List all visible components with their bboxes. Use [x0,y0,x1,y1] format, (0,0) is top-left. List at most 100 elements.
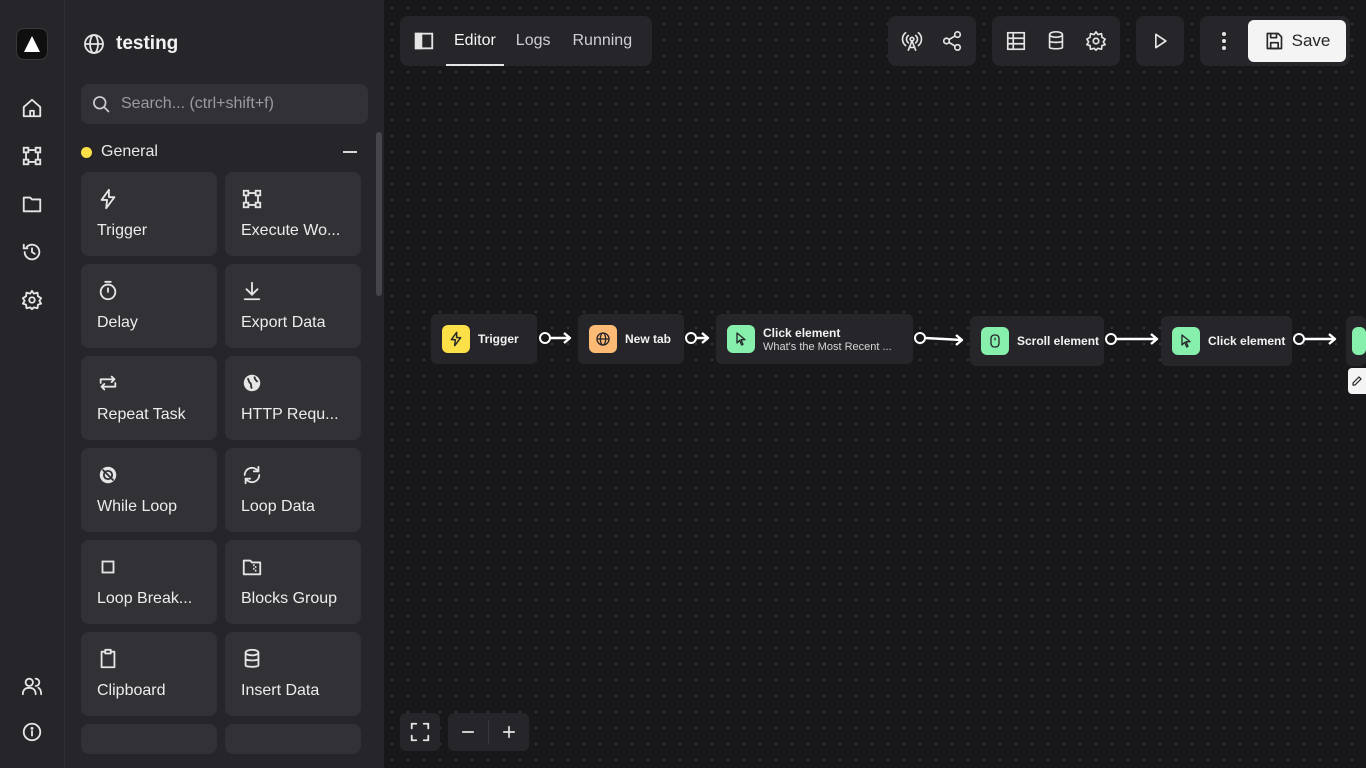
block-label: Delay [97,314,138,331]
block-label: Repeat Task [97,406,186,423]
globe-icon [82,32,106,56]
folder-zip-icon [241,556,265,580]
block-label: Loop Break... [97,590,193,607]
timer-icon [97,280,121,304]
node-label: Click element [763,325,841,340]
home-icon[interactable] [20,96,44,120]
node-scroll-element[interactable]: Scroll element [970,316,1104,366]
globe-icon [589,325,617,353]
zoom-in-icon[interactable] [489,712,529,752]
block-delay[interactable]: Delay [81,264,217,348]
block-while-loop[interactable]: While Loop [81,448,217,532]
lightning-icon [97,188,121,212]
block-label: HTTP Requ... [241,406,339,423]
block-insert-data[interactable]: Insert Data [225,632,361,716]
block-execute-workflow[interactable]: Execute Wo... [225,172,361,256]
node-click-element[interactable]: Click element What's the Most Recent ... [716,314,913,364]
left-rail [0,0,65,768]
block-partial[interactable] [225,724,361,754]
edge-connector[interactable] [685,329,711,347]
app-logo-icon[interactable] [16,28,48,60]
info-icon[interactable] [20,720,44,744]
play-icon[interactable] [1140,21,1180,61]
node-click-element-2[interactable]: Click element [1161,316,1292,366]
tab-running[interactable]: Running [565,16,641,66]
save-button[interactable]: Save [1248,20,1346,62]
block-label: Trigger [97,222,148,239]
block-label: Insert Data [241,682,320,699]
block-partial[interactable] [81,724,217,754]
folder-icon[interactable] [20,192,44,216]
zoom-controls [448,713,529,751]
database-icon[interactable] [1036,21,1076,61]
more-menu-icon[interactable] [1204,21,1244,61]
cursor-icon [727,325,755,353]
settings-icon[interactable] [20,288,44,312]
editor-tabs: Editor Logs Running [400,16,652,66]
edit-node-button[interactable] [1348,368,1366,394]
search-input[interactable] [121,95,361,113]
block-label: Execute Wo... [241,222,341,239]
node-label: Trigger [478,332,519,346]
collapse-icon[interactable] [343,151,357,153]
share-icon[interactable] [932,21,972,61]
workflow-icon [241,188,265,212]
node-description: What's the Most Recent ... [763,340,892,353]
edge-connector[interactable] [1105,330,1161,348]
block-trigger[interactable]: Trigger [81,172,217,256]
block-label: Clipboard [97,682,166,699]
stop-square-icon [97,556,121,580]
category-general[interactable]: General [81,140,361,164]
save-icon [1264,31,1284,51]
block-loop-data[interactable]: Loop Data [225,448,361,532]
workflows-icon[interactable] [20,144,44,168]
team-icon[interactable] [20,674,44,698]
table-icon[interactable] [996,21,1036,61]
broadcast-icon[interactable] [892,21,932,61]
panel-scrollbar[interactable] [376,132,382,296]
block-loop-breakpoint[interactable]: Loop Break... [81,540,217,624]
node-label: Click element [1208,334,1286,348]
edge-connector[interactable] [914,329,966,349]
settings-icon[interactable] [1076,21,1116,61]
clipboard-icon [97,648,121,672]
globe-icon [241,372,265,396]
blocks-grid: Trigger Execute Wo... Delay Export Data … [81,172,361,754]
cursor-icon [1172,327,1200,355]
node-partial[interactable] [1346,316,1366,366]
block-repeat-task[interactable]: Repeat Task [81,356,217,440]
category-color-dot [81,146,92,158]
tab-logs[interactable]: Logs [508,16,559,66]
node-label: New tab [625,332,672,346]
node-new-tab[interactable]: New tab [578,314,684,364]
edge-connector[interactable] [539,329,573,347]
block-blocks-group[interactable]: Blocks Group [225,540,361,624]
block-http-request[interactable]: HTTP Requ... [225,356,361,440]
tab-editor[interactable]: Editor [446,16,504,66]
repeat-icon [97,372,121,396]
data-tools [992,16,1120,66]
run-tools [1136,16,1184,66]
search-box[interactable] [81,84,368,124]
workflow-title[interactable]: testing [116,33,178,55]
block-label: Export Data [241,314,326,331]
zoom-out-icon[interactable] [448,712,488,752]
download-icon [241,280,265,304]
history-icon[interactable] [20,240,44,264]
share-tools [888,16,976,66]
node-icon [1352,327,1366,355]
loop-icon [241,464,265,488]
block-clipboard[interactable]: Clipboard [81,632,217,716]
fit-view-button[interactable] [400,713,440,751]
workflow-canvas[interactable]: Editor Logs Running Save Trigger New tab… [384,0,1366,768]
edge-connector[interactable] [1293,330,1339,348]
block-label: Blocks Group [241,590,338,607]
database-icon [241,648,265,672]
toggle-sidebar-button[interactable] [408,21,440,61]
block-export-data[interactable]: Export Data [225,264,361,348]
node-trigger[interactable]: Trigger [431,314,537,364]
block-label: While Loop [97,498,178,515]
category-label: General [101,143,158,160]
save-label: Save [1291,31,1331,50]
node-label: Scroll element [1017,334,1100,348]
